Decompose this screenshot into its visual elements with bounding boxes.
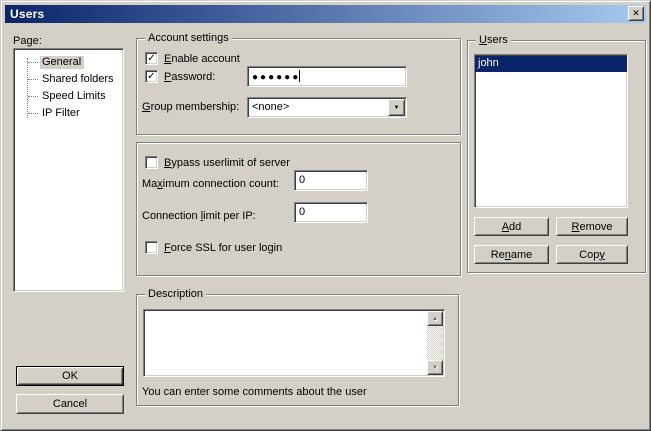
copy-button[interactable]: Copy (556, 245, 628, 264)
group-membership-label: Group membership: (142, 101, 239, 113)
titlebar: Users ✕ (5, 5, 646, 23)
password-input[interactable]: ●●●●●● (247, 66, 407, 87)
text-caret (299, 70, 300, 82)
tree-item-label: Speed Limits (40, 90, 109, 103)
window-title: Users (10, 7, 44, 21)
tree-twig-icon (28, 79, 38, 80)
force-ssl-checkbox[interactable] (145, 241, 158, 254)
description-title: Description (145, 288, 206, 301)
tree-twig-icon (28, 113, 38, 114)
tree-item-label: General (40, 56, 84, 69)
scroll-up-button[interactable]: ▲ (427, 311, 443, 326)
tree-item-label: IP Filter (40, 107, 83, 120)
max-connection-count-input[interactable]: 0 (294, 170, 368, 191)
chevron-down-icon: ▼ (394, 105, 400, 111)
description-textarea[interactable]: ▲ ▼ (143, 309, 445, 377)
enable-account-label: Enable account (164, 53, 240, 65)
max-connection-count-label: Maximum connection count: (142, 178, 279, 190)
remove-button[interactable]: Remove (556, 217, 628, 236)
group-membership-value: <none> (252, 101, 289, 113)
cancel-button[interactable]: Cancel (16, 394, 124, 414)
user-name: john (478, 57, 499, 69)
user-list-item[interactable]: john (475, 56, 627, 72)
connection-limit-per-ip-value: 0 (299, 206, 305, 218)
scroll-up-icon: ▲ (432, 316, 438, 322)
close-icon: ✕ (632, 9, 640, 18)
rename-button[interactable]: Rename (474, 245, 549, 264)
bypass-userlimit-label: Bypass userlimit of server (164, 157, 290, 169)
connection-limit-per-ip-label: Connection limit per IP: (142, 210, 256, 222)
force-ssl-label: Force SSL for user login (164, 242, 282, 254)
description-scrollbar[interactable]: ▲ ▼ (427, 311, 443, 375)
ok-button[interactable]: OK (16, 366, 124, 386)
page-tree[interactable]: General Shared folders Speed Limits IP F… (13, 48, 124, 292)
tree-item-label: Shared folders (40, 73, 117, 86)
tree-item-general[interactable]: General (14, 54, 123, 71)
users-listbox[interactable]: john (474, 54, 628, 208)
tree-item-shared-folders[interactable]: Shared folders (14, 71, 123, 88)
scroll-down-icon: ▼ (432, 365, 438, 371)
enable-account-checkbox[interactable]: ✓ (145, 52, 158, 65)
users-group-title: Users (476, 34, 511, 47)
password-label: Password: (164, 71, 215, 83)
page-label: Page: (13, 35, 42, 47)
connection-limit-per-ip-input[interactable]: 0 (294, 202, 368, 223)
tree-twig-icon (28, 62, 38, 63)
account-settings-title: Account settings (145, 32, 232, 45)
group-membership-select[interactable]: <none> ▼ (247, 97, 407, 118)
bypass-userlimit-checkbox[interactable] (145, 156, 158, 169)
check-icon: ✓ (147, 72, 155, 82)
description-hint: You can enter some comments about the us… (142, 386, 367, 398)
password-masked-value: ●●●●●● (252, 72, 300, 83)
add-button[interactable]: Add (474, 217, 549, 236)
tree-twig-icon (28, 96, 38, 97)
tree-item-ip-filter[interactable]: IP Filter (14, 105, 123, 122)
users-dialog: Users ✕ Page: General Shared folders Spe… (0, 0, 651, 431)
check-icon: ✓ (147, 54, 155, 64)
password-checkbox[interactable]: ✓ (145, 70, 158, 83)
combo-dropdown-button[interactable]: ▼ (388, 99, 405, 116)
max-connection-count-value: 0 (299, 174, 305, 186)
close-button[interactable]: ✕ (628, 6, 644, 21)
scroll-down-button[interactable]: ▼ (427, 360, 443, 375)
tree-item-speed-limits[interactable]: Speed Limits (14, 88, 123, 105)
